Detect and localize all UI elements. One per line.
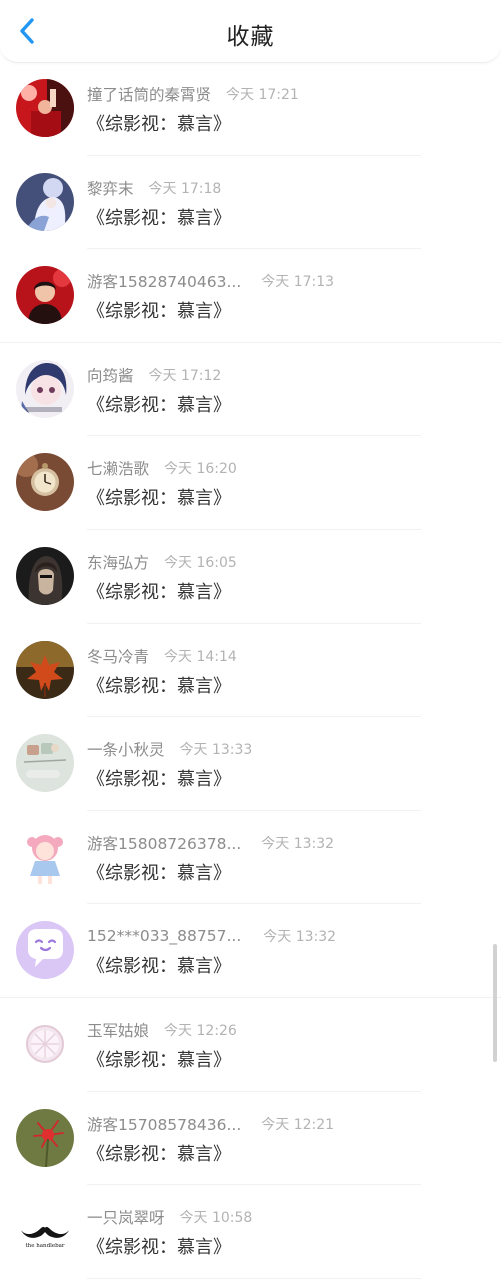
favorite-list-item[interactable]: 七濑浩歌 今天 16:20 《综影视：慕言》 — [0, 436, 501, 530]
nickname: 152***033_88757... — [87, 927, 242, 946]
book-title: 《综影视：慕言》 — [87, 207, 231, 229]
favorites-screen: 收藏 撞了话筒的秦霄贤 今天 17:21 《综影视：慕言》 黎弈末 今天 17:… — [0, 0, 501, 1280]
nickname: 向筠酱 — [87, 366, 134, 385]
timestamp: 今天 17:18 — [148, 180, 222, 197]
item-meta: 一条小秋灵 今天 13:33 — [87, 737, 252, 761]
item-meta: 冬马冷青 今天 14:14 — [87, 644, 237, 668]
favorite-list-item[interactable]: 撞了话筒的秦霄贤 今天 17:21 《综影视：慕言》 — [0, 62, 501, 156]
item-meta: 152***033_88757... 今天 13:32 — [87, 924, 336, 948]
avatar-red-portrait — [16, 266, 74, 325]
favorite-list-item[interactable]: 游客15828740463... 今天 17:13 《综影视：慕言》 — [0, 249, 501, 343]
nickname: 东海弘方 — [87, 554, 150, 572]
navigation-bar: 收藏 — [0, 0, 501, 63]
user-avatar[interactable] — [16, 1015, 74, 1073]
book-title: 《综影视：慕言》 — [87, 394, 231, 416]
favorite-list-item[interactable]: the handlebar 一只岚翠呀 今天 10:58 《综影视：慕言》 — [0, 1185, 501, 1279]
item-meta: 七濑浩歌 今天 16:20 — [87, 456, 237, 480]
avatar-citrus-slice — [16, 1015, 74, 1073]
user-avatar[interactable] — [16, 453, 74, 512]
favorite-list-item[interactable]: 黎弈末 今天 17:18 《综影视：慕言》 — [0, 156, 501, 250]
timestamp: 今天 12:21 — [261, 1116, 335, 1133]
favorite-list-item[interactable]: 向筠酱 今天 17:12 《综影视：慕言》 — [0, 343, 501, 437]
book-title: 《综影视：慕言》 — [87, 582, 231, 603]
avatar-pocket-watch — [16, 453, 74, 512]
nickname: 游客15808726378... — [87, 834, 242, 853]
nickname: 游客15828740463... — [87, 273, 242, 292]
user-avatar[interactable] — [16, 266, 74, 325]
item-meta: 玉军姑娘 今天 12:26 — [87, 1018, 237, 1042]
book-title: 《综影视：慕言》 — [87, 1237, 231, 1259]
favorite-list-item[interactable]: 冬马冷青 今天 14:14 《综影视：慕言》 — [0, 624, 501, 718]
nickname: 游客15708578436... — [87, 1115, 242, 1134]
nickname: 一只岚翠呀 — [87, 1209, 165, 1228]
avatar-red-stage — [16, 79, 74, 137]
favorite-list-item[interactable]: 152***033_88757... 今天 13:32 《综影视：慕言》 — [0, 904, 501, 998]
nickname: 冬马冷青 — [87, 647, 150, 666]
book-title: 《综影视：慕言》 — [87, 114, 231, 135]
avatar-pink-cartoon-girl — [16, 827, 74, 886]
item-meta: 游客15808726378... 今天 13:32 — [87, 831, 334, 855]
favorite-list-item[interactable]: 东海弘方 今天 16:05 《综影视：慕言》 — [0, 530, 501, 624]
item-meta: 东海弘方 今天 16:05 — [87, 550, 237, 574]
favorite-list-item[interactable]: 一条小秋灵 今天 13:33 《综影视：慕言》 — [0, 717, 501, 811]
book-title: 《综影视：慕言》 — [87, 488, 231, 510]
nickname: 一条小秋灵 — [87, 741, 165, 760]
item-meta: 黎弈末 今天 17:18 — [87, 176, 221, 200]
timestamp: 今天 16:20 — [164, 461, 237, 478]
nickname: 七濑浩歌 — [87, 460, 150, 479]
row-divider — [87, 1277, 421, 1279]
user-avatar[interactable] — [16, 734, 74, 793]
avatar-red-spider-lily — [16, 1108, 74, 1167]
item-meta: 游客15828740463... 今天 17:13 — [87, 269, 334, 293]
favorite-list-item[interactable]: 游客15808726378... 今天 13:32 《综影视：慕言》 — [0, 811, 501, 905]
avatar-anime-white-hair — [16, 172, 74, 231]
timestamp: 今天 17:13 — [261, 274, 335, 291]
page-title: 收藏 — [226, 24, 275, 50]
timestamp: 今天 13:33 — [179, 742, 253, 759]
user-avatar[interactable] — [16, 640, 74, 699]
timestamp: 今天 12:26 — [164, 1023, 237, 1039]
user-avatar[interactable] — [16, 1108, 74, 1167]
user-avatar[interactable] — [16, 921, 74, 980]
timestamp: 今天 17:21 — [226, 87, 299, 103]
book-title: 《综影视：慕言》 — [87, 956, 231, 978]
nickname: 玉军姑娘 — [87, 1022, 150, 1040]
book-title: 《综影视：慕言》 — [87, 862, 231, 884]
book-title: 《综影视：慕言》 — [87, 1143, 231, 1165]
item-meta: 向筠酱 今天 17:12 — [87, 363, 221, 387]
book-title: 《综影视：慕言》 — [87, 301, 231, 323]
timestamp: 今天 17:12 — [148, 367, 222, 384]
avatar-anime-girl — [16, 359, 74, 418]
user-avatar[interactable] — [16, 547, 74, 605]
favorites-list[interactable]: 撞了话筒的秦霄贤 今天 17:21 《综影视：慕言》 黎弈末 今天 17:18 — [0, 62, 501, 1280]
nickname: 撞了话筒的秦霄贤 — [87, 86, 212, 104]
book-title: 《综影视：慕言》 — [87, 769, 231, 791]
timestamp: 今天 13:32 — [263, 929, 337, 946]
user-avatar[interactable] — [16, 172, 74, 231]
favorite-list-item[interactable]: 玉军姑娘 今天 12:26 《综影视：慕言》 — [0, 998, 501, 1092]
user-avatar[interactable] — [16, 359, 74, 418]
avatar-purple-chat-bubble — [16, 921, 74, 980]
book-title: 《综影视：慕言》 — [87, 1050, 231, 1071]
timestamp: 今天 13:32 — [261, 835, 335, 852]
avatar-pale-sketch — [16, 734, 74, 793]
avatar-dark-portrait — [16, 547, 74, 605]
timestamp: 今天 14:14 — [164, 648, 237, 665]
avatar-mustache: the handlebar — [16, 1202, 74, 1261]
user-avatar[interactable] — [16, 827, 74, 886]
book-title: 《综影视：慕言》 — [87, 675, 231, 697]
user-avatar[interactable]: the handlebar — [16, 1202, 74, 1261]
user-avatar[interactable] — [16, 79, 74, 137]
item-meta: 撞了话筒的秦霄贤 今天 17:21 — [87, 82, 299, 106]
item-meta: 游客15708578436... 今天 12:21 — [87, 1112, 334, 1136]
mustache-caption: the handlebar — [25, 1243, 64, 1249]
nickname: 黎弈末 — [87, 179, 134, 198]
favorite-list-item[interactable]: 游客15708578436... 今天 12:21 《综影视：慕言》 — [0, 1092, 501, 1186]
timestamp: 今天 10:58 — [179, 1210, 253, 1227]
timestamp: 今天 16:05 — [164, 555, 237, 571]
scrollbar-thumb[interactable] — [493, 944, 497, 1062]
avatar-autumn-leaf — [16, 640, 74, 699]
item-meta: 一只岚翠呀 今天 10:58 — [87, 1205, 252, 1229]
